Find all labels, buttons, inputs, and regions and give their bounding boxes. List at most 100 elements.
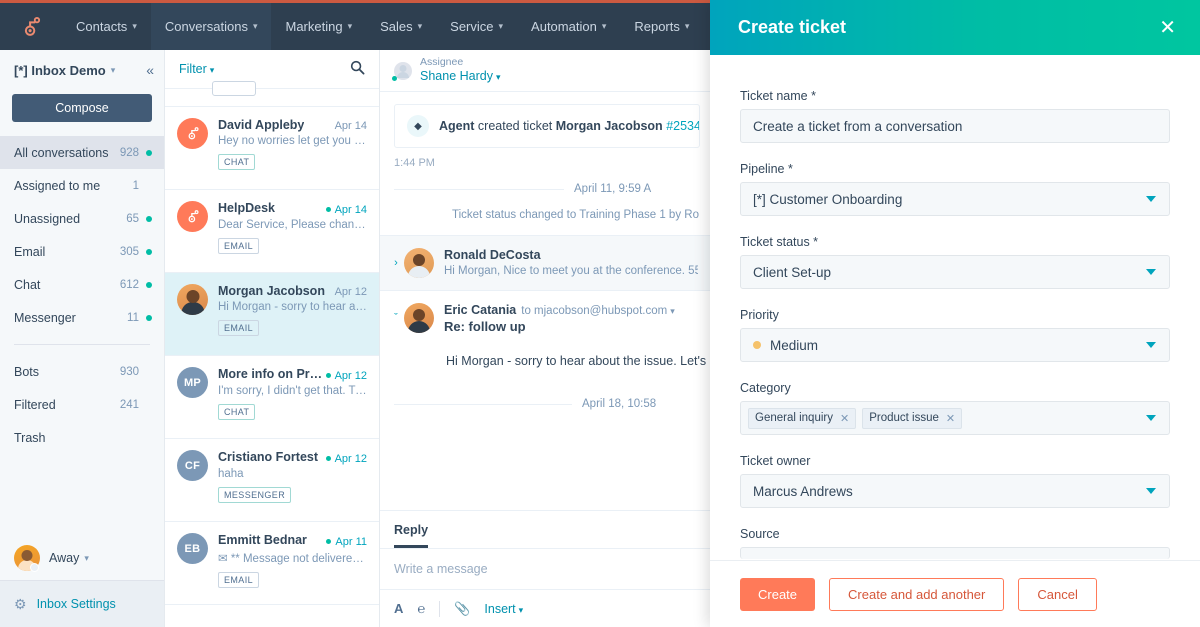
nav-item-automation[interactable]: Automation ▾	[517, 3, 620, 50]
event-actor: Agent	[439, 119, 475, 133]
remove-tag-icon[interactable]: ✕	[840, 412, 849, 425]
message-recipient-text: to mjacobson@hubspot.com	[521, 305, 668, 317]
list-item-partial[interactable]	[165, 81, 379, 107]
hubspot-sprocket-icon[interactable]	[0, 3, 62, 50]
chevron-down-icon: ▾	[110, 64, 116, 75]
compose-button[interactable]: Compose	[12, 94, 152, 122]
chevron-down-icon: ▾	[347, 21, 353, 31]
list-item[interactable]: EB Emmitt Bednar Apr 11 ✉ ** Message not…	[165, 522, 379, 605]
chevron-down-icon: ▾	[132, 21, 137, 31]
filter-dropdown[interactable]: Filter ▾	[179, 62, 214, 76]
list-item[interactable]: MP More info on Produ… Apr 12 I'm sorry,…	[165, 356, 379, 439]
unread-dot	[146, 215, 152, 222]
ticket-icon: ◆	[407, 115, 429, 137]
nav-item-sales[interactable]: Sales ▾	[366, 3, 436, 50]
message-subject: Re: follow up	[444, 319, 526, 334]
list-item-preview: Hey no worries let get you in cont…	[218, 135, 367, 147]
list-item[interactable]: CF Cristiano Fortest Apr 12 haha MESSENG…	[165, 439, 379, 522]
sidebar-item-label: Unassigned	[14, 211, 81, 226]
field-label: Pipeline *	[740, 162, 793, 176]
thread-message-collapsed[interactable]: › Ronald DeCosta Hi Morgan, Nice to meet…	[380, 235, 710, 290]
ticket-created-event: ◆ Agent created ticket Morgan Jacobson #…	[394, 104, 700, 148]
field-label: Source	[740, 527, 780, 541]
event-action: created ticket	[477, 119, 553, 133]
cancel-button[interactable]: Cancel	[1018, 577, 1097, 611]
divider-line	[394, 188, 564, 190]
nav-item-contacts[interactable]: Contacts ▾	[62, 3, 151, 50]
insert-dropdown[interactable]: Insert ▾	[484, 602, 523, 616]
tab-reply[interactable]: Reply	[394, 523, 429, 548]
list-item-date-text: Apr 14	[334, 203, 367, 216]
field-ticket-name: Ticket name * Create a ticket from a con…	[740, 89, 1170, 143]
nav-item-reports[interactable]: Reports ▾	[620, 3, 703, 50]
sidebar-item-assigned-to-me[interactable]: Assigned to me 1	[0, 169, 164, 202]
nav-item-label: Contacts	[76, 19, 128, 34]
channel-badge: CHAT	[218, 403, 256, 420]
nav-item-conversations[interactable]: Conversations ▾	[150, 3, 272, 50]
sidebar-item-email[interactable]: Email 305	[0, 235, 164, 268]
nav-item-service[interactable]: Service ▾	[436, 3, 517, 50]
inbox-settings-link[interactable]: ⚙ Inbox Settings	[0, 580, 164, 627]
unread-dot	[325, 207, 331, 212]
thread-message-expanded[interactable]: ˇ Eric Catania to mjacobson@hubspot.com ▾…	[380, 290, 710, 340]
sidebar-item-unassigned[interactable]: Unassigned 65	[0, 202, 164, 235]
ticket-status-select[interactable]: Client Set-up	[740, 255, 1170, 289]
unread-dot	[326, 539, 332, 544]
font-format-icon[interactable]: A	[394, 601, 403, 616]
assignee-label: Assignee	[420, 56, 464, 69]
nav-item-marketing[interactable]: Marketing ▾	[271, 3, 366, 50]
list-item[interactable]: David Appleby Apr 14 Hey no worries let …	[165, 107, 379, 190]
ticket-name-input[interactable]: Create a ticket from a conversation	[740, 109, 1170, 143]
inbox-selector[interactable]: [*] Inbox Demo ▾ «	[0, 50, 164, 90]
sidebar-item-count: 65	[126, 212, 139, 225]
sidebar-item-trash[interactable]: Trash	[0, 421, 164, 454]
pipeline-select[interactable]: [*] Customer Onboarding	[740, 182, 1170, 216]
source-select[interactable]	[740, 547, 1170, 559]
field-category: Category General inquiry ✕ Product issue…	[740, 381, 1170, 435]
nav-item-label: Automation	[531, 19, 597, 34]
sidebar-item-messenger[interactable]: Messenger 11	[0, 301, 164, 334]
toolbar-divider	[439, 600, 441, 617]
sidebar-item-count: 1	[132, 179, 139, 192]
list-item-name: More info on Produ…	[218, 367, 326, 381]
sidebar-item-bots[interactable]: Bots 930	[0, 355, 164, 388]
category-tag-label: General inquiry	[755, 412, 833, 424]
status-indicator-icon	[30, 563, 39, 572]
category-tag: General inquiry ✕	[748, 407, 857, 429]
chevron-right-icon[interactable]: ›	[388, 248, 404, 278]
collapse-sidebar-icon[interactable]: «	[146, 62, 154, 78]
sidebar-item-count: 241	[119, 398, 139, 411]
priority-select[interactable]: Medium	[740, 328, 1170, 362]
sidebar-item-chat[interactable]: Chat 612	[0, 268, 164, 301]
inbox-filter-list: All conversations 928 Assigned to me 1 U…	[0, 136, 164, 454]
list-item[interactable]: Morgan Jacobson Apr 12 Hi Morgan - sorry…	[165, 273, 379, 356]
field-ticket-status: Ticket status * Client Set-up	[740, 235, 1170, 289]
avatar	[177, 284, 208, 315]
clear-format-icon[interactable]: ℮	[417, 601, 425, 616]
user-status-selector[interactable]: Away ▾	[0, 536, 164, 580]
chevron-down-icon	[1146, 269, 1156, 275]
chevron-down-icon: ▾	[252, 21, 258, 31]
date-divider: April 18, 10:58	[394, 398, 710, 410]
create-button[interactable]: Create	[740, 577, 816, 611]
reply-input[interactable]: Write a message	[380, 549, 710, 589]
sidebar-item-all-conversations[interactable]: All conversations 928	[0, 136, 164, 169]
create-and-add-another-button[interactable]: Create and add another	[829, 577, 1005, 611]
list-item[interactable]: HelpDesk Apr 14 Dear Service, Please cha…	[165, 190, 379, 273]
chevron-down-icon[interactable]: ˇ	[388, 303, 404, 334]
message-recipient[interactable]: to mjacobson@hubspot.com ▾	[521, 305, 674, 317]
category-select[interactable]: General inquiry ✕ Product issue ✕	[740, 401, 1170, 435]
ticket-id-link[interactable]: #2534004	[666, 119, 699, 133]
search-icon[interactable]	[350, 60, 365, 79]
close-icon[interactable]: ✕	[1159, 18, 1176, 38]
message-sender: Ronald DeCosta	[444, 248, 541, 262]
nav-item-label: Conversations	[164, 19, 248, 34]
sidebar-item-filtered[interactable]: Filtered 241	[0, 388, 164, 421]
remove-tag-icon[interactable]: ✕	[946, 412, 955, 425]
avatar: EB	[177, 533, 208, 564]
list-item-date: Apr 12	[334, 286, 367, 298]
ticket-owner-select[interactable]: Marcus Andrews	[740, 474, 1170, 508]
nav-item-label: Service	[450, 19, 494, 34]
assignee-selector[interactable]: Shane Hardy ▾	[420, 69, 501, 85]
paperclip-icon[interactable]: 📎	[454, 601, 470, 617]
